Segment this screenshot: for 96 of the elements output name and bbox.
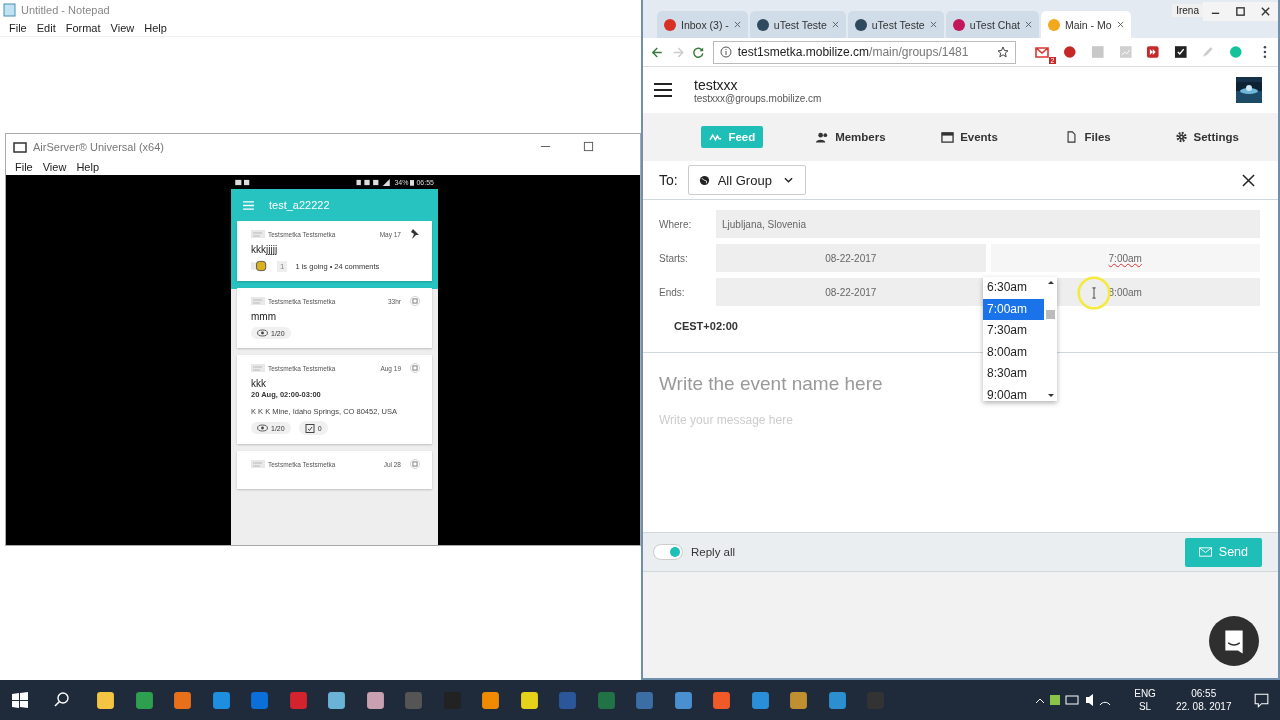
date-field[interactable]: 08-22-2017 [716,278,986,306]
maximize-icon[interactable] [1235,6,1246,17]
people-icon [816,131,830,143]
calendar-check-icon [304,423,315,433]
dropdown-option[interactable]: 8:00am [983,341,1044,364]
status-icons [356,178,393,186]
gear-icon [1174,131,1188,143]
chat-button[interactable] [1209,616,1259,666]
app-icon[interactable] [789,690,808,710]
menu-item[interactable]: Edit [31,22,61,34]
scroll-up-icon[interactable] [1047,280,1054,284]
attendee-count: 1 [277,260,288,272]
menu-item[interactable]: View [105,22,140,34]
app-icon[interactable] [519,690,539,710]
app-icon[interactable] [712,690,731,710]
date-field[interactable]: 08-22-2017 [716,244,986,272]
window-title: Untitled - Notepad [21,4,110,16]
app-title: test_a22222 [269,199,330,211]
post-title: kkkjjjjj [251,244,279,255]
app-icon[interactable] [827,690,847,710]
eye-icon [257,424,268,432]
address-bar[interactable]: test1smetka.mobilize.cm/main/groups/1481 [712,40,1017,64]
group-email: testxxx@groups.mobilize.cm [694,92,822,104]
calendar-icon [941,131,955,143]
windows-logo-icon[interactable] [12,692,28,708]
nav-tab[interactable]: Files [1057,126,1119,148]
battery-icon [410,178,415,186]
more-icon[interactable] [1263,45,1268,59]
browser-tab[interactable]: Inbox (3) - [657,11,748,38]
menu-item[interactable]: Help [71,161,104,173]
menu-item[interactable]: Format [60,22,106,34]
mail-icon[interactable] [1035,45,1050,59]
dropdown-option[interactable]: 7:30am [983,320,1044,342]
browser-tab[interactable]: Main - Mo [1040,11,1131,38]
clock-date[interactable]: 22. 08. 2017 [1175,700,1232,713]
pin-icon[interactable] [410,229,420,239]
profile-name[interactable]: Irena [1172,4,1203,17]
scrollbar-thumb[interactable] [1046,310,1055,319]
scroll-down-icon[interactable] [1047,394,1054,398]
cursor-highlight [1077,276,1111,310]
envelope-icon [1198,547,1212,557]
menu-item[interactable]: Help [139,22,172,34]
menu-icon[interactable] [654,83,672,97]
nav-tab[interactable]: Members [808,126,894,148]
reply-all-label: Reply all [691,546,736,558]
window-title: AirServer® Universal (x64) [33,140,164,153]
chevron-icon [783,177,793,183]
language-indicator[interactable]: ENG [1134,687,1156,700]
toggle-switch[interactable] [653,544,683,560]
field-label: Ends: [659,286,686,298]
reload-icon[interactable] [692,45,705,59]
close-icon[interactable] [1260,6,1271,17]
app-icon[interactable] [365,690,385,710]
dropdown-option[interactable]: 9:00am [983,384,1044,401]
search-icon[interactable] [54,692,70,708]
checkbox-icon[interactable] [1173,45,1188,59]
maximize-icon[interactable] [583,141,594,152]
nav-tab[interactable]: Settings [1166,126,1247,148]
menu-item[interactable]: File [4,22,32,34]
info-icon [719,46,732,58]
post-title: kkk [251,378,267,389]
browser-tab[interactable]: uTest Teste [847,11,944,38]
avatar-icon [251,296,265,306]
close-icon[interactable] [1242,173,1255,187]
avatar-icon [251,229,265,239]
activity-icon [709,131,723,143]
browser-tab[interactable]: uTest Teste [749,11,846,38]
field-label: Where: [659,218,693,230]
post-title: mmm [251,311,277,322]
globe-icon [698,174,710,186]
keyboard-layout[interactable]: SL [1138,700,1152,713]
app-icon[interactable] [327,690,346,710]
star-icon[interactable] [997,46,1010,58]
audience-dropdown[interactable]: All Group [687,165,806,195]
timezone-label: CEST+02:00 [673,319,738,332]
nav-tab[interactable]: Events [933,126,1006,148]
location-field[interactable]: Ljubljana, Slovenia [716,210,1260,238]
menu-item[interactable]: File [10,161,38,173]
eye-icon [257,329,268,337]
group-name: testxxx [694,76,739,93]
notepad-icon [3,3,17,17]
file-icon [1065,131,1079,143]
back-icon[interactable] [651,45,664,59]
dropdown-option[interactable]: 8:30am [983,363,1044,385]
dropdown-option[interactable]: 7:00am [983,298,1044,321]
fast-forward-icon[interactable] [1146,45,1160,59]
field-label: Starts: [659,252,689,264]
clock-time[interactable]: 06:55 [1191,687,1217,700]
to-label: To: [659,172,678,188]
time-field[interactable]: 7:00am [990,244,1260,272]
browser-tab[interactable]: uTest Chat [945,11,1039,38]
avatar-icon [251,459,265,469]
avatar-icon [251,363,265,373]
menu-item[interactable]: View [37,161,72,173]
url-text: test1smetka.mobilize.cm/main/groups/1481 [737,45,969,59]
monitor-icon [13,139,27,154]
